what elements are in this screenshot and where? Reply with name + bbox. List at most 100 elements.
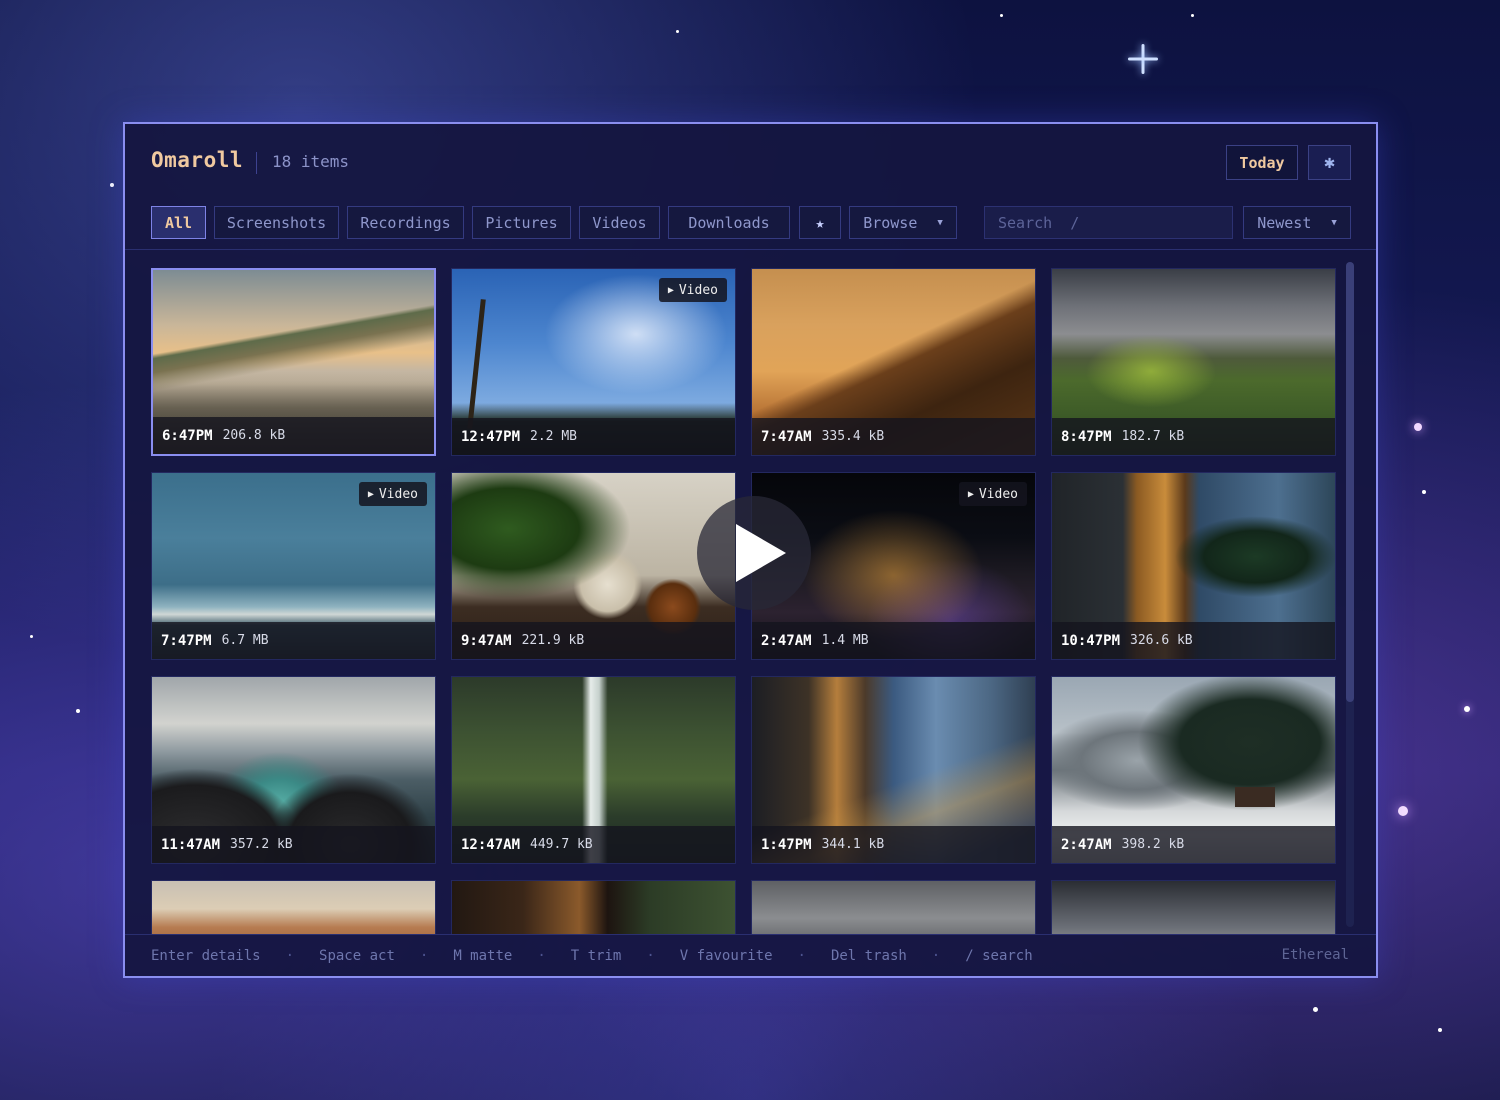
media-tile[interactable]: 12:47AM 449.7 kB: [451, 676, 736, 864]
settings-button[interactable]: ✱: [1308, 145, 1351, 180]
media-tile[interactable]: 11:47AM 357.2 kB: [151, 676, 436, 864]
hint-separator: ·: [797, 947, 806, 964]
media-tile[interactable]: ▶ Video 7:47PM 6.7 MB: [151, 472, 436, 660]
play-icon: [736, 524, 786, 582]
background-star: [76, 709, 80, 713]
background-star: [1000, 14, 1003, 17]
tile-size: 1.4 MB: [821, 633, 869, 648]
thumbnail-image: [152, 881, 435, 934]
today-button[interactable]: Today: [1226, 145, 1298, 180]
browse-dropdown[interactable]: Browse ▼: [849, 206, 957, 239]
cabin: [1235, 787, 1275, 807]
media-tile[interactable]: 1:47PM 344.1 kB: [751, 676, 1036, 864]
filter-bar: All Screenshots Recordings Pictures Vide…: [125, 206, 1376, 250]
hint-space-act: Space act: [319, 947, 395, 964]
scrollbar[interactable]: [1346, 262, 1354, 927]
tile-size: 449.7 kB: [530, 837, 593, 852]
media-tile[interactable]: 6:47PM 206.8 kB: [151, 268, 436, 456]
tile-info: 12:47PM 2.2 MB: [452, 418, 735, 455]
hint-enter-details: Enter details: [151, 947, 261, 964]
thumbnail-image: [1052, 881, 1335, 934]
background-star: [676, 30, 679, 33]
tab-recordings[interactable]: Recordings: [347, 206, 464, 239]
app-title: Omaroll: [151, 148, 244, 172]
hint-separator: ·: [285, 947, 295, 964]
background-star: [1414, 423, 1422, 431]
chevron-down-icon: ▼: [937, 217, 943, 228]
tile-info: 2:47AM 398.2 kB: [1052, 826, 1335, 863]
item-count: 18 items: [272, 152, 350, 171]
hint-search: / search: [965, 947, 1033, 964]
tab-all[interactable]: All: [151, 206, 206, 239]
tile-size: 335.4 kB: [821, 429, 885, 444]
tile-time: 7:47PM: [161, 632, 212, 649]
tile-time: 7:47AM: [761, 428, 812, 445]
star-icon: ★: [815, 213, 825, 232]
theme-name: Ethereal: [1281, 947, 1349, 963]
scrollbar-thumb[interactable]: [1346, 262, 1354, 702]
tab-pictures[interactable]: Pictures: [472, 206, 571, 239]
hint-matte: M matte: [453, 947, 513, 964]
background-star: [1438, 1028, 1442, 1032]
media-tile[interactable]: 7:47AM 335.4 kB: [751, 268, 1036, 456]
tile-size: 398.2 kB: [1121, 837, 1185, 852]
tile-time: 9:47AM: [461, 632, 512, 649]
hint-favourite: V favourite: [679, 947, 773, 964]
background-star: [1313, 1007, 1318, 1012]
tile-size: 357.2 kB: [230, 837, 293, 852]
tile-size: 221.9 kB: [521, 633, 585, 648]
chevron-down-icon: ▼: [1331, 217, 1337, 228]
tile-time: 1:47PM: [761, 836, 812, 853]
media-tile[interactable]: 10:47PM 326.6 kB: [1051, 472, 1336, 660]
video-badge-label: Video: [378, 486, 418, 502]
media-tile[interactable]: 2:47AM 398.2 kB: [1051, 676, 1336, 864]
tile-time: 11:47AM: [161, 836, 221, 853]
background-star: [1464, 706, 1470, 712]
sort-dropdown[interactable]: Newest ▼: [1243, 206, 1351, 239]
media-tile[interactable]: [151, 880, 436, 934]
shortcut-footer: Enter details · Space act · M matte · T …: [125, 934, 1376, 976]
tab-screenshots[interactable]: Screenshots: [214, 206, 339, 239]
media-tile[interactable]: 8:47PM 182.7 kB: [1051, 268, 1336, 456]
play-button[interactable]: [697, 496, 811, 610]
hint-separator: ·: [537, 947, 546, 964]
hint-separator: ·: [931, 947, 941, 964]
tile-info: 8:47PM 182.7 kB: [1052, 418, 1335, 455]
tile-time: 12:47AM: [461, 836, 521, 853]
play-icon: ▶: [667, 284, 674, 296]
tile-time: 8:47PM: [1061, 428, 1112, 445]
tab-downloads[interactable]: Downloads: [668, 206, 790, 239]
video-badge-label: Video: [978, 486, 1018, 502]
media-tile[interactable]: ▶ Video 12:47PM 2.2 MB: [451, 268, 736, 456]
background-star: [1422, 490, 1426, 494]
tile-size: 206.8 kB: [222, 428, 286, 443]
tile-info: 12:47AM 449.7 kB: [452, 826, 735, 863]
tile-info: 7:47PM 6.7 MB: [152, 622, 435, 659]
background-star: [1398, 806, 1408, 816]
favorites-filter-button[interactable]: ★: [799, 206, 841, 239]
tile-time: 2:47AM: [761, 632, 812, 649]
hint-trash: Del trash: [830, 947, 907, 964]
tile-time: 6:47PM: [162, 427, 213, 444]
media-tile[interactable]: [1051, 880, 1336, 934]
search-input[interactable]: Search /: [984, 206, 1233, 239]
tile-info: 10:47PM 326.6 kB: [1052, 622, 1335, 659]
background-star-icon: [1128, 44, 1158, 74]
browse-label: Browse: [863, 213, 918, 232]
media-tile[interactable]: [751, 880, 1036, 934]
media-grid: 6:47PM 206.8 kB ▶ Video 12:47PM 2.2 MB 7…: [125, 252, 1376, 934]
media-tile[interactable]: [451, 880, 736, 934]
thumbnail-image: [452, 881, 735, 934]
background-star: [30, 635, 33, 638]
tile-size: 344.1 kB: [821, 837, 885, 852]
tab-videos[interactable]: Videos: [579, 206, 660, 239]
tile-time: 10:47PM: [1061, 632, 1121, 649]
tile-time: 12:47PM: [461, 428, 521, 445]
tile-info: 1:47PM 344.1 kB: [752, 826, 1035, 863]
media-tile[interactable]: 9:47AM 221.9 kB: [451, 472, 736, 660]
video-badge: ▶ Video: [358, 482, 427, 506]
tile-time: 2:47AM: [1061, 836, 1112, 853]
play-icon: ▶: [967, 488, 974, 500]
video-badge: ▶ Video: [958, 482, 1027, 506]
hint-separator: ·: [646, 947, 655, 964]
